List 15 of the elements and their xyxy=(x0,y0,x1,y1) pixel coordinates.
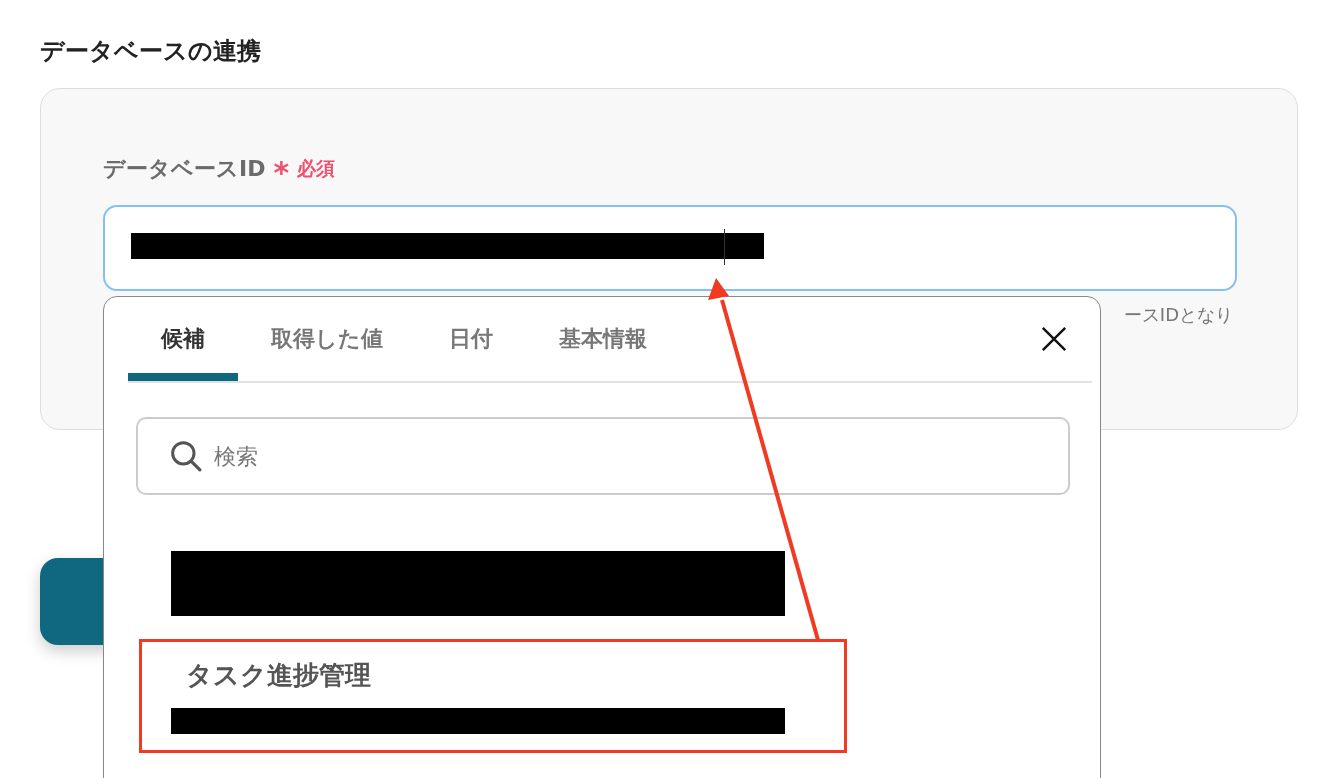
list-item[interactable]: タスク進捗管理 xyxy=(139,639,847,753)
tab[interactable]: 日付 xyxy=(416,297,526,381)
search-icon xyxy=(170,440,202,472)
field-hint: ースIDとなり xyxy=(1123,303,1233,327)
section-title: データベースの連携 xyxy=(40,36,262,67)
input-field[interactable] xyxy=(103,205,1237,291)
required-mark: * xyxy=(273,154,290,188)
text-cursor xyxy=(724,229,725,265)
required-label: 必須 xyxy=(297,156,336,181)
search-field[interactable]: 検索 xyxy=(136,417,1070,495)
close-icon[interactable] xyxy=(1040,325,1068,353)
tab[interactable]: 基本情報 xyxy=(526,297,680,381)
tab[interactable]: 候補 xyxy=(128,297,238,381)
tab[interactable]: 取得した値 xyxy=(238,297,416,381)
field-label: データベースID xyxy=(103,155,266,183)
